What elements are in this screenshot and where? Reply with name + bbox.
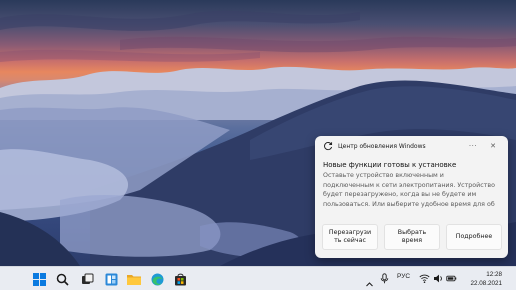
toast-body-line: пользоваться. Или выберите удобное время… <box>323 200 495 208</box>
button-label-line: Выбрать <box>397 229 427 236</box>
toast-body: Оставьте устройство включенным и подключ… <box>323 171 506 209</box>
close-icon[interactable]: ✕ <box>487 140 499 152</box>
button-label-line: Подробнее <box>455 233 493 240</box>
toast-title: Новые функции готовы к установке <box>323 161 457 169</box>
learn-more-button[interactable]: Подробнее <box>446 224 502 250</box>
more-options-icon[interactable]: ··· <box>467 140 479 152</box>
speaker-icon[interactable] <box>433 273 444 284</box>
windows-start-icon[interactable] <box>31 271 47 287</box>
microsoft-store-icon[interactable] <box>172 271 188 287</box>
button-label-line: время <box>401 237 423 244</box>
toast-actions: Перезагрузи ть сейчас Выбрать время Подр… <box>322 224 502 250</box>
update-notification-toast[interactable]: Центр обновления Windows ··· ✕ Новые фун… <box>315 136 508 258</box>
edge-browser-icon[interactable] <box>149 271 165 287</box>
show-hidden-icons-chevron-icon[interactable] <box>365 274 374 287</box>
file-explorer-icon[interactable] <box>126 271 142 287</box>
toast-body-line: подключенным к сети электропитания. Устр… <box>323 181 495 189</box>
choose-time-button[interactable]: Выбрать время <box>384 224 440 250</box>
toast-header: Центр обновления Windows <box>315 136 508 156</box>
show-desktop-button[interactable] <box>510 267 516 290</box>
toast-app-name: Центр обновления Windows <box>338 142 426 150</box>
battery-icon[interactable] <box>446 273 457 284</box>
search-icon[interactable] <box>54 271 70 287</box>
clock-time: 12:28 <box>486 271 502 278</box>
toast-body-line: Оставьте устройство включенным и <box>323 172 444 179</box>
wifi-icon[interactable] <box>419 273 430 284</box>
input-language-indicator[interactable]: РУС <box>397 273 410 280</box>
toast-body-line: будет перезагружено, когда вы не будете … <box>323 191 477 199</box>
clock-date: 22.08.2021 <box>470 280 502 287</box>
clock[interactable]: 12:28 22.08.2021 <box>470 270 502 288</box>
taskbar: РУС 12:28 22.08.2021 <box>0 266 516 290</box>
widgets-icon[interactable] <box>103 271 119 287</box>
button-label-line: Перезагрузи <box>328 229 372 236</box>
microphone-icon[interactable] <box>379 273 390 284</box>
button-label-line: ть сейчас <box>334 237 366 244</box>
task-view-icon[interactable] <box>79 271 95 287</box>
restart-now-button[interactable]: Перезагрузи ть сейчас <box>322 224 378 250</box>
windows-update-icon <box>323 141 333 151</box>
